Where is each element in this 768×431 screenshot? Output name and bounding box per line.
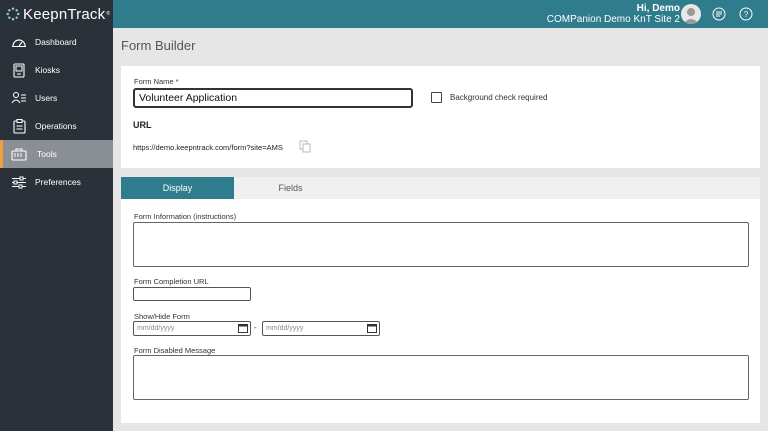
users-icon: [10, 90, 28, 106]
gauge-icon: [10, 34, 28, 50]
logo-icon: [6, 7, 20, 21]
brand-name: KeepnTrack: [23, 5, 106, 23]
sidebar-item-kiosks[interactable]: Kiosks: [0, 56, 113, 84]
copy-icon[interactable]: [299, 140, 312, 153]
kiosk-icon: [10, 62, 28, 78]
sidebar-item-label: Preferences: [35, 177, 81, 187]
sidebar-item-label: Users: [35, 93, 58, 103]
tab-fields[interactable]: Fields: [234, 177, 347, 199]
sidebar-item-tools[interactable]: Tools: [0, 140, 113, 168]
brand[interactable]: KeepnTrack ®: [0, 0, 113, 28]
brand-trademark: ®: [106, 11, 111, 17]
tab-display[interactable]: Display: [121, 177, 234, 199]
clipboard-icon: [10, 118, 28, 134]
tools-icon: [10, 146, 28, 162]
background-check-checkbox[interactable]: [431, 92, 442, 103]
instructions-textarea[interactable]: [133, 222, 749, 267]
sidebar-item-label: Dashboard: [35, 37, 77, 47]
form-name-input[interactable]: [133, 88, 413, 108]
user-info[interactable]: Hi, Demo COMPanion Demo KnT Site 2: [547, 3, 680, 26]
show-date-input[interactable]: mm/dd/yyyy: [133, 321, 251, 336]
hide-date-input[interactable]: mm/dd/yyyy: [262, 321, 380, 336]
sidebar-item-dashboard[interactable]: Dashboard: [0, 28, 113, 56]
background-check-label: Background check required: [450, 93, 548, 102]
messages-icon[interactable]: [712, 7, 726, 21]
form-settings-card: [121, 66, 760, 168]
sidebar-item-users[interactable]: Users: [0, 84, 113, 112]
date-range-separator: -: [254, 323, 257, 332]
avatar[interactable]: [681, 4, 701, 24]
form-url[interactable]: https://demo.keepntrack.com/form?site=AM…: [133, 143, 283, 152]
sidebar-item-preferences[interactable]: Preferences: [0, 168, 113, 196]
svg-text:?: ?: [744, 10, 749, 19]
completion-url-input[interactable]: [133, 287, 251, 301]
calendar-icon[interactable]: [238, 323, 248, 333]
user-avatar-icon: [683, 8, 699, 24]
help-icon[interactable]: ?: [739, 7, 753, 21]
sidebar-item-label: Kiosks: [35, 65, 61, 75]
sliders-icon: [10, 174, 28, 190]
tab-bar: Display Fields: [121, 177, 760, 199]
instructions-label: Form Information (instructions): [134, 212, 237, 221]
date-placeholder: mm/dd/yyyy: [266, 325, 304, 332]
sidebar-item-operations[interactable]: Operations: [0, 112, 113, 140]
disabled-message-label: Form Disabled Message: [134, 346, 216, 355]
sidebar-item-label: Tools: [37, 149, 57, 159]
url-heading: URL: [133, 120, 152, 130]
form-name-label: Form Name *: [134, 77, 179, 86]
user-greeting: Hi, Demo: [636, 3, 680, 14]
sidebar-item-label: Operations: [35, 121, 77, 131]
show-hide-label: Show/Hide Form: [134, 312, 190, 321]
page-title: Form Builder: [121, 38, 196, 53]
disabled-message-textarea[interactable]: [133, 355, 749, 400]
date-placeholder: mm/dd/yyyy: [137, 325, 175, 332]
calendar-icon[interactable]: [367, 323, 377, 333]
site-name: COMPanion Demo KnT Site 2: [546, 14, 680, 25]
sidebar: Dashboard Kiosks Users Operations Tools …: [0, 28, 113, 431]
completion-url-label: Form Completion URL: [134, 277, 209, 286]
